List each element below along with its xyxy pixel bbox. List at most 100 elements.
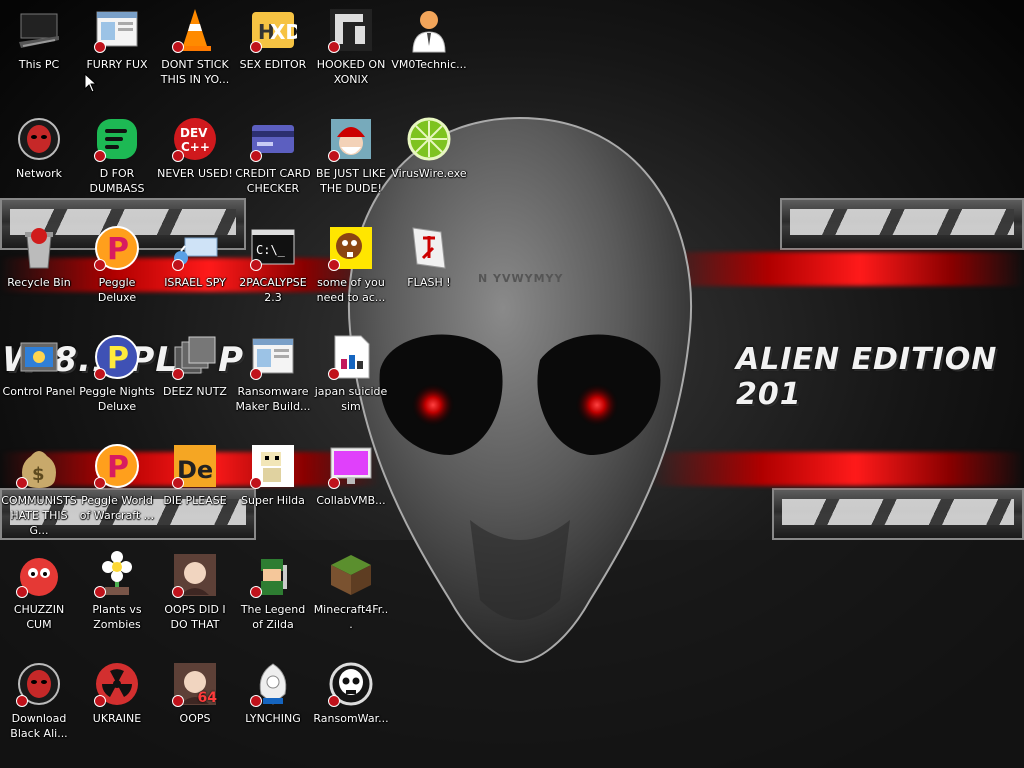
desktop-icon-credit-card-checker[interactable]: CREDIT CARD CHECKER (234, 109, 312, 196)
desktop-icon-label: FLASH ! (407, 276, 451, 289)
desktop-icon-peggle-deluxe[interactable]: P Peggle Deluxe (78, 218, 156, 305)
desktop-icon-label: LYNCHING (245, 712, 301, 725)
traffic-cone-icon (171, 6, 219, 54)
desktop-icon-deez-nutz[interactable]: DEEZ NUTZ (156, 327, 234, 399)
desktop-icon-die-please[interactable]: De DIE PLEASE (156, 436, 234, 508)
shortcut-arrow-icon (94, 586, 106, 598)
desktop-icon-dont-stick-this-in-yo[interactable]: DONT STICK THIS IN YO... (156, 0, 234, 87)
svg-text:C:\_: C:\_ (256, 243, 286, 257)
svg-text:C++: C++ (181, 140, 210, 154)
document-icon (327, 333, 375, 381)
desktop-icon-label: CREDIT CARD CHECKER (235, 167, 311, 195)
desktop-icon-label: This PC (18, 58, 60, 71)
desktop-icon-label: Download Black Ali... (10, 712, 68, 740)
desktop-icon-label: COMMUNISTS HATE THIS G... (1, 494, 77, 537)
santa-icon (327, 115, 375, 163)
desktop-icon-download-black-ali[interactable]: Download Black Ali... (0, 654, 78, 741)
hxd-editor-icon: H XD (249, 6, 297, 54)
shortcut-arrow-icon (94, 695, 106, 707)
pixel-hero-icon (249, 551, 297, 599)
desktop-icon-label: ISRAEL SPY (164, 276, 226, 289)
xonix-game-icon (327, 6, 375, 54)
portrait-64-icon: 64 (171, 660, 219, 708)
desktop-icon-label: 2PACALYPSE 2.3 (239, 276, 307, 304)
desktop-icon-never-used[interactable]: DEV C++ NEVER USED! (156, 109, 234, 181)
desktop-icon-peggle-nights-deluxe[interactable]: P Peggle Nights Deluxe (78, 327, 156, 414)
shortcut-arrow-icon (250, 695, 262, 707)
desktop-icon-label: CHUZZIN CUM (13, 603, 65, 631)
desktop-icon-israel-spy[interactable]: ISRAEL SPY (156, 218, 234, 290)
desktop-icon-label: some of you need to ac... (316, 276, 386, 304)
credit-card-icon (249, 115, 297, 163)
portrait-icon (171, 551, 219, 599)
shortcut-arrow-icon (250, 368, 262, 380)
desktop-icon-label: OOPS DID I DO THAT (164, 603, 226, 631)
desktop-icon-label: CollabVMB... (316, 494, 386, 507)
desktop-icon-lynching[interactable]: LYNCHING (234, 654, 312, 726)
desktop-icon-this-pc[interactable]: This PC (0, 0, 78, 72)
svg-text:XD: XD (270, 20, 297, 44)
pixel-character-icon (249, 442, 297, 490)
desktop-icon-hooked-on-xonix[interactable]: HOOKED ON XONIX (312, 0, 390, 87)
recycle-bin-icon (15, 224, 63, 272)
desktop-icon-label: Recycle Bin (7, 276, 71, 289)
shortcut-arrow-icon (16, 477, 28, 489)
shortcut-arrow-icon (250, 477, 262, 489)
desktop-icon-vm0technic[interactable]: VM0Technic... (390, 0, 468, 72)
desktop-icon-super-hilda[interactable]: Super Hilda (234, 436, 312, 508)
desktop-icon-label: Peggle Deluxe (97, 276, 137, 304)
desktop-icon-peggle-world-of-warcraft[interactable]: P Peggle World of Warcraft ... (78, 436, 156, 523)
shortcut-arrow-icon (172, 150, 184, 162)
green-chat-icon (93, 115, 141, 163)
desktop-icon-the-legend-of-zilda[interactable]: The Legend of Zilda (234, 545, 312, 632)
desktop-icon-ukraine[interactable]: UKRAINE (78, 654, 156, 726)
desktop-icon-minecraft4fr[interactable]: Minecraft4Fr... (312, 545, 390, 632)
svg-text:DEV: DEV (180, 126, 208, 140)
desktop-icon-japan-suicide-sim[interactable]: japan suicide sim (312, 327, 390, 414)
svg-text:P: P (107, 341, 129, 376)
desktop-icon-label: Control Panel (2, 385, 76, 398)
desktop-icon-ransomwar[interactable]: RansomWar... (312, 654, 390, 726)
mouse-cursor-icon (84, 73, 98, 93)
desktop-icon-viruswire-exe[interactable]: VirusWire.exe (390, 109, 468, 181)
shortcut-arrow-icon (250, 259, 262, 271)
alien-head-icon (15, 115, 63, 163)
desktop-icon-label: Super Hilda (241, 494, 305, 507)
shortcut-arrow-icon (172, 41, 184, 53)
desktop-icon-2pacalypse-2-3[interactable]: C:\_ 2PACALYPSE 2.3 (234, 218, 312, 305)
desktop-icon-recycle-bin[interactable]: Recycle Bin (0, 218, 78, 290)
desktop-icon-oops[interactable]: 64 OOPS (156, 654, 234, 726)
shortcut-arrow-icon (328, 368, 340, 380)
desktop-icon-label: Peggle World of Warcraft ... (79, 494, 155, 522)
desktop-icon-label: DONT STICK THIS IN YO... (160, 58, 230, 86)
shortcut-arrow-icon (250, 41, 262, 53)
desktop-icon-plants-vs-zombies[interactable]: Plants vs Zombies (78, 545, 156, 632)
emblem-icon (249, 660, 297, 708)
desktop-icon-communists-hate-this-g[interactable]: $ COMMUNISTS HATE THIS G... (0, 436, 78, 538)
shortcut-arrow-icon (328, 150, 340, 162)
desktop-icon-oops-did-i-do-that[interactable]: OOPS DID I DO THAT (156, 545, 234, 632)
desktop-icon-label: Peggle Nights Deluxe (79, 385, 155, 413)
shortcut-arrow-icon (94, 150, 106, 162)
desktop-icon-chuzzin-cum[interactable]: CHUZZIN CUM (0, 545, 78, 632)
desktop-icon-d-for-dumbass[interactable]: D FOR DUMBASS (78, 109, 156, 196)
desktop-icon-label: The Legend of Zilda (240, 603, 306, 631)
desktop-icon-flash[interactable]: FLASH ! (390, 218, 468, 290)
flash-icon (405, 224, 453, 272)
desktop-icon-be-just-like-the-dude[interactable]: BE JUST LIKE THE DUDE! (312, 109, 390, 196)
desktop-icon-label: VirusWire.exe (391, 167, 467, 180)
alien-head-icon (15, 660, 63, 708)
desktop-icon-control-panel[interactable]: Control Panel (0, 327, 78, 399)
desktop-icon-some-of-you-need-to-ac[interactable]: some of you need to ac... (312, 218, 390, 305)
desktop-icon-sex-editor[interactable]: H XD SEX EDITOR (234, 0, 312, 72)
money-bag-icon: $ (15, 442, 63, 490)
wallpaper-mask-text: N YVWYMYY (478, 272, 564, 285)
shortcut-arrow-icon (172, 259, 184, 271)
desktop-icon-collabvmb[interactable]: CollabVMB... (312, 436, 390, 508)
desktop-icon-network[interactable]: Network (0, 109, 78, 181)
shortcut-arrow-icon (94, 477, 106, 489)
desktop-icon-ransomware-maker-build[interactable]: Ransomware Maker Build... (234, 327, 312, 414)
desktop-icon-furry-fux[interactable]: FURRY FUX (78, 0, 156, 72)
svg-text:P: P (107, 450, 129, 485)
badge-64-text: 64 (197, 690, 217, 706)
